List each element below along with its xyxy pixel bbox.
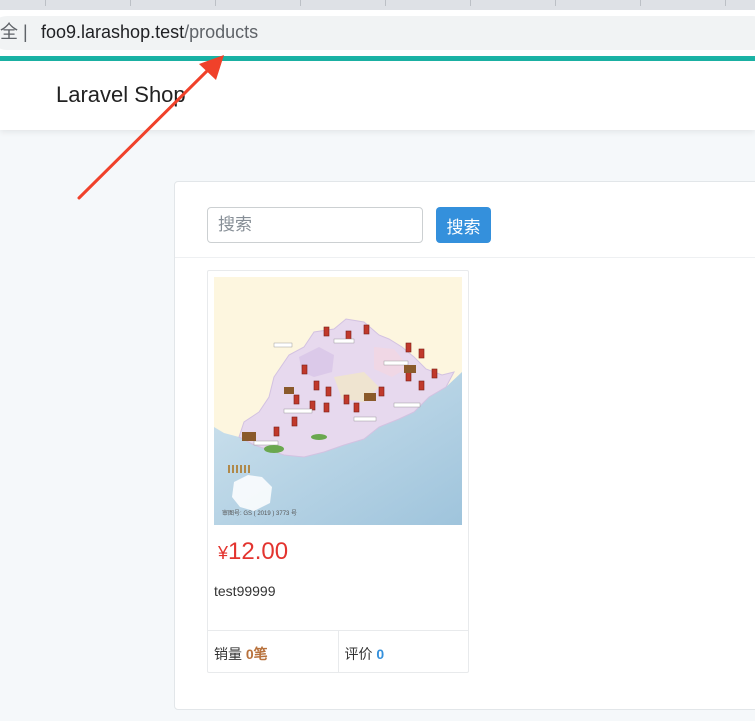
tab-separator bbox=[300, 0, 301, 6]
product-item[interactable]: 审图号: GS ( 2019 ) 3773 号 ¥12.00 test99999… bbox=[207, 270, 469, 673]
sales-stat: 销量 0笔 bbox=[208, 631, 338, 673]
sales-count: 0笔 bbox=[245, 646, 268, 662]
product-image[interactable]: 审图号: GS ( 2019 ) 3773 号 bbox=[214, 277, 462, 525]
product-title-link[interactable]: test99999 bbox=[214, 583, 276, 599]
map-caption: 审图号: GS ( 2019 ) 3773 号 bbox=[222, 509, 297, 517]
tab-separator bbox=[555, 0, 556, 6]
tab-separator bbox=[45, 0, 46, 6]
navbar: Laravel Shop bbox=[0, 61, 755, 130]
search-input[interactable] bbox=[207, 207, 423, 243]
products-card: 搜索 搜索 审图号: GS (2019) 3773 号 ¥12.00 tes… bbox=[174, 181, 755, 710]
search-form: 搜索 bbox=[175, 182, 755, 258]
tab-separator bbox=[215, 0, 216, 6]
tab-separator bbox=[725, 0, 726, 6]
url-host: foo9.larashop.test bbox=[41, 22, 185, 42]
price-value: 12.00 bbox=[228, 538, 289, 565]
tab-separator bbox=[130, 0, 131, 6]
navbar-brand-link[interactable]: Laravel Shop bbox=[56, 82, 186, 108]
search-button[interactable]: 搜索 bbox=[436, 207, 491, 243]
review-stat: 评价 0 bbox=[337, 631, 469, 673]
review-label: 评价 bbox=[344, 646, 373, 662]
url-text[interactable]: foo9.larashop.test/products bbox=[41, 21, 258, 43]
url-path: /products bbox=[184, 22, 259, 42]
tab-separator bbox=[640, 0, 641, 6]
review-count: 0 bbox=[376, 646, 385, 662]
guangdong-map-image: 审图号: GS ( 2019 ) 3773 号 bbox=[214, 277, 462, 525]
currency-symbol: ¥ bbox=[218, 543, 229, 563]
tab-separator bbox=[470, 0, 471, 6]
tab-separator bbox=[385, 0, 386, 6]
sales-label: 销量 bbox=[214, 646, 242, 662]
browser-tab-strip bbox=[0, 0, 755, 10]
product-stats: 销量 0笔 评价 0 bbox=[208, 630, 468, 673]
security-indicator[interactable]: 全 | bbox=[0, 21, 28, 43]
product-price: ¥12.00 bbox=[218, 537, 288, 568]
